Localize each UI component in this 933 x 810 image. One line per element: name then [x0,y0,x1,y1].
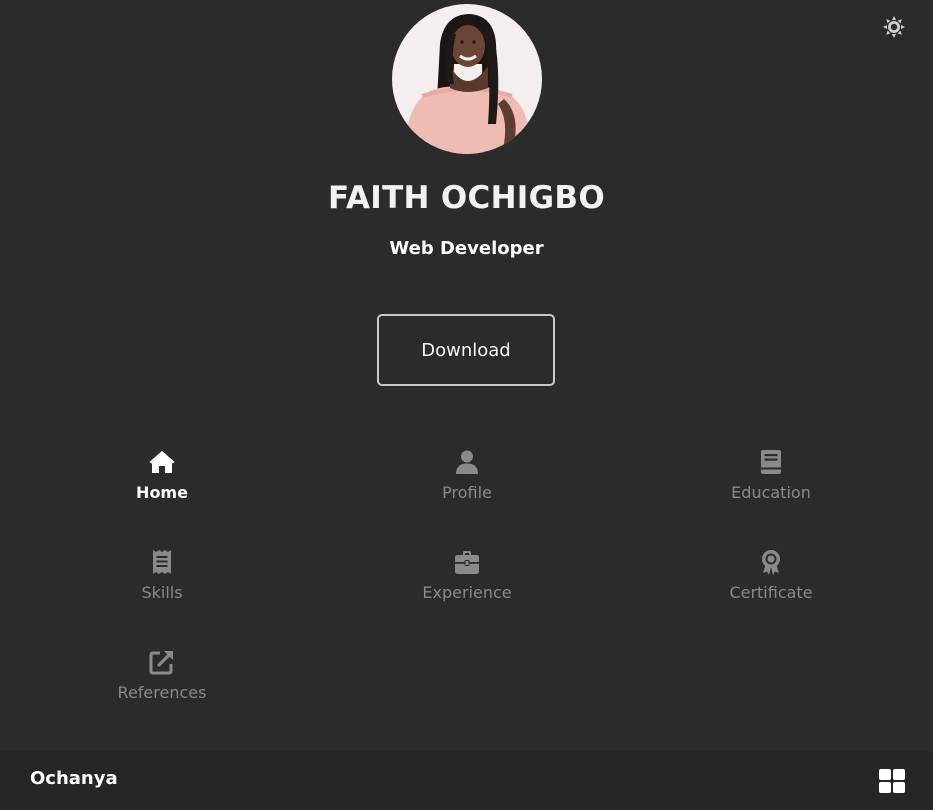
nav-label-experience: Experience [422,583,512,602]
external-link-icon [149,651,173,675]
nav-item-profile[interactable]: Profile [367,448,567,502]
sun-icon [883,16,905,38]
page: FAITH OCHIGBO Web Developer Download Hom… [0,0,933,810]
theme-toggle-button[interactable] [882,15,906,39]
nav-item-references[interactable]: References [62,648,262,702]
nav-label-certificate: Certificate [729,583,813,602]
avatar [392,4,542,154]
grid-icon [879,769,905,793]
user-icon [456,450,478,474]
nav-label-home: Home [136,483,188,502]
nav-item-home[interactable]: Home [62,448,262,502]
nav-item-certificate[interactable]: Certificate [671,548,871,602]
nav-item-education[interactable]: Education [671,448,871,502]
menu-toggle-button[interactable] [879,769,905,793]
nav-item-skills[interactable]: Skills [62,548,262,602]
award-icon [762,550,780,575]
profile-title: Web Developer [389,238,544,259]
nav-label-references: References [117,683,207,702]
footer-bar: Ochanya [0,751,933,810]
brand-name[interactable]: Ochanya [30,768,118,789]
nav-label-profile: Profile [442,483,492,502]
nav-label-skills: Skills [141,583,183,602]
book-icon [761,450,781,474]
briefcase-icon [455,551,479,574]
home-icon [149,451,175,473]
receipt-icon [153,550,171,574]
download-button[interactable]: Download [377,314,555,386]
nav-label-education: Education [731,483,811,502]
nav-item-experience[interactable]: Experience [367,548,567,602]
profile-name: FAITH OCHIGBO [328,180,605,216]
